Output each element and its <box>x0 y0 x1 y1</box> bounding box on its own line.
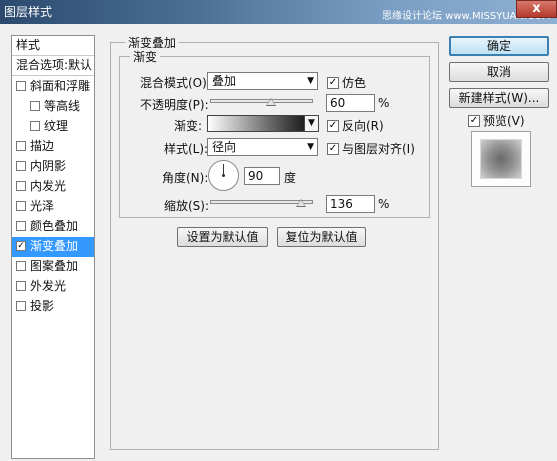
style-item-contour[interactable]: 等高线 <box>12 97 94 117</box>
blend-options-item[interactable]: 混合选项:默认 <box>12 56 94 76</box>
checkbox-bevel-emboss[interactable] <box>16 80 26 91</box>
make-default-button[interactable]: 设置为默认值 <box>177 227 268 247</box>
align-with-layer-label: 与图层对齐(I) <box>342 142 415 156</box>
style-item-color-overlay[interactable]: 颜色叠加 <box>12 217 94 237</box>
scale-input[interactable]: 136 <box>326 195 375 213</box>
scale-unit: % <box>378 197 390 211</box>
styles-header[interactable]: 样式 <box>12 36 94 56</box>
checkbox-color-overlay[interactable] <box>16 220 26 231</box>
chevron-down-icon: ▼ <box>308 118 315 128</box>
align-with-layer-option[interactable]: ✓ 与图层对齐(I) <box>327 140 415 157</box>
close-button[interactable]: x <box>516 0 557 18</box>
checkbox-inner-shadow[interactable] <box>16 160 26 171</box>
checkbox-stroke[interactable] <box>16 140 26 151</box>
style-item-label: 纹理 <box>44 119 69 133</box>
style-item-outer-glow[interactable]: 外发光 <box>12 277 94 297</box>
dither-label: 仿色 <box>342 76 367 90</box>
angle-dial-center <box>222 174 225 177</box>
reverse-option[interactable]: ✓ 反向(R) <box>327 117 384 134</box>
checkbox-pattern-overlay[interactable] <box>16 260 26 271</box>
blend-mode-value: 叠加 <box>212 74 237 88</box>
gradient-label: 渐变: <box>174 119 203 133</box>
style-item-label: 渐变叠加 <box>30 239 79 253</box>
reset-default-button[interactable]: 复位为默认值 <box>277 227 366 247</box>
opacity-input[interactable]: 60 <box>326 94 375 112</box>
opacity-label: 不透明度(P): <box>140 98 209 112</box>
gradient-picker[interactable]: ▼ <box>207 115 319 132</box>
dither-checkbox[interactable]: ✓ <box>327 76 339 89</box>
style-item-label: 内阴影 <box>30 159 67 173</box>
style-item-label: 光泽 <box>30 199 55 213</box>
close-icon: x <box>532 1 541 16</box>
checkbox-gradient-overlay[interactable]: ✓ <box>16 240 26 251</box>
style-item-label: 颜色叠加 <box>30 219 79 233</box>
title-bar: 图层样式 思缘设计论坛 www.MISSYUAN.COM x <box>0 0 557 24</box>
style-preview-swatch <box>481 140 521 178</box>
new-style-button[interactable]: 新建样式(W)... <box>449 88 549 108</box>
angle-label: 角度(N): <box>162 171 209 185</box>
window-title: 图层样式 <box>4 5 53 19</box>
preview-label: 预览(V) <box>483 114 525 128</box>
opacity-unit: % <box>378 96 390 110</box>
style-item-label: 图案叠加 <box>30 259 79 273</box>
style-item-stroke[interactable]: 描边 <box>12 137 94 157</box>
chevron-down-icon: ▼ <box>307 142 314 152</box>
ok-button[interactable]: 确定 <box>449 36 549 56</box>
opacity-slider-thumb[interactable] <box>266 98 276 106</box>
angle-input[interactable]: 90 <box>244 167 280 185</box>
checkbox-satin[interactable] <box>16 200 26 211</box>
style-value: 径向 <box>212 140 237 154</box>
chevron-down-icon: ▼ <box>307 76 314 86</box>
gradient-dropdown-button[interactable]: ▼ <box>304 115 319 132</box>
style-item-label: 描边 <box>30 139 55 153</box>
style-item-drop-shadow[interactable]: 投影 <box>12 297 94 317</box>
style-item-pattern-overlay[interactable]: 图案叠加 <box>12 257 94 277</box>
dither-option[interactable]: ✓ 仿色 <box>327 74 366 91</box>
preview-option[interactable]: ✓ 预览(V) <box>468 112 525 129</box>
reverse-checkbox[interactable]: ✓ <box>327 119 339 132</box>
style-item-satin[interactable]: 光泽 <box>12 197 94 217</box>
checkbox-inner-glow[interactable] <box>16 180 26 191</box>
angle-unit: 度 <box>284 171 297 185</box>
style-label: 样式(L): <box>164 142 209 156</box>
preview-checkbox[interactable]: ✓ <box>468 114 480 127</box>
checkbox-contour[interactable] <box>30 100 40 111</box>
style-item-label: 内发光 <box>30 179 67 193</box>
style-item-inner-shadow[interactable]: 内阴影 <box>12 157 94 177</box>
align-with-layer-checkbox[interactable]: ✓ <box>327 142 339 155</box>
scale-label: 缩放(S): <box>164 199 210 213</box>
cancel-button[interactable]: 取消 <box>449 62 549 82</box>
reverse-label: 反向(R) <box>342 119 384 133</box>
style-preview <box>471 131 531 187</box>
checkbox-drop-shadow[interactable] <box>16 300 26 311</box>
style-select[interactable]: 径向 ▼ <box>207 138 318 156</box>
style-item-inner-glow[interactable]: 内发光 <box>12 177 94 197</box>
checkbox-texture[interactable] <box>30 120 40 131</box>
checkbox-outer-glow[interactable] <box>16 280 26 291</box>
style-item-label: 投影 <box>30 299 55 313</box>
style-item-bevel-emboss[interactable]: 斜面和浮雕 <box>12 77 94 97</box>
inner-group-title: 渐变 <box>130 48 161 65</box>
style-item-gradient-overlay[interactable]: ✓ 渐变叠加 <box>12 237 94 257</box>
angle-dial[interactable] <box>208 160 239 191</box>
style-item-texture[interactable]: 纹理 <box>12 117 94 137</box>
style-item-label: 外发光 <box>30 279 67 293</box>
style-item-label: 等高线 <box>44 99 81 113</box>
blend-mode-label: 混合模式(O): <box>140 76 211 90</box>
styles-list: 样式 混合选项:默认 斜面和浮雕 等高线 纹理 描边 内阴影 内发光 光泽 颜色… <box>11 35 95 459</box>
scale-slider-thumb[interactable] <box>296 199 306 207</box>
blend-mode-select[interactable]: 叠加 ▼ <box>207 72 318 90</box>
opacity-slider-track[interactable] <box>210 99 313 103</box>
style-item-label: 斜面和浮雕 <box>30 79 91 93</box>
